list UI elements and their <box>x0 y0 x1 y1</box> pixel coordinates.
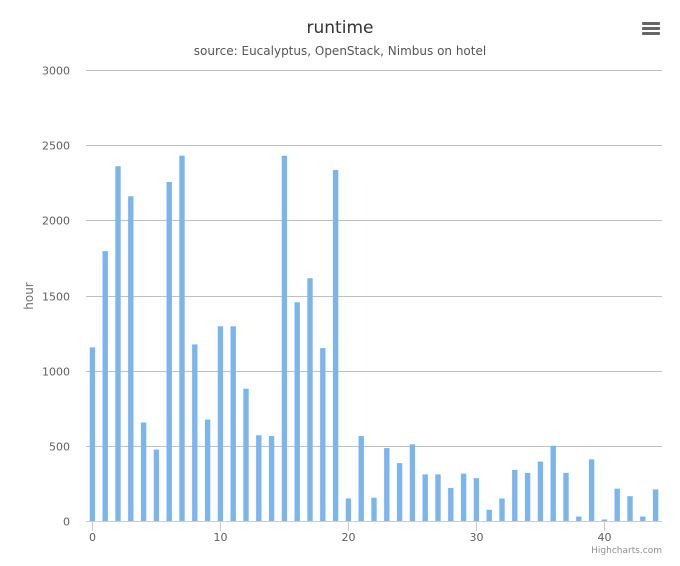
bar[interactable] <box>512 469 518 521</box>
x-tick-label: 0 <box>89 531 96 544</box>
bar[interactable] <box>204 419 211 521</box>
bar[interactable] <box>179 155 185 521</box>
bar[interactable] <box>243 388 249 521</box>
y-tick-label: 3000 <box>42 65 70 78</box>
bar[interactable] <box>409 444 416 521</box>
bar[interactable] <box>576 516 582 521</box>
x-tick-label: 10 <box>214 531 228 544</box>
bar[interactable] <box>537 461 544 521</box>
bar[interactable] <box>128 196 134 521</box>
bar[interactable] <box>89 347 96 521</box>
bar[interactable] <box>268 436 275 521</box>
bar[interactable] <box>345 498 352 521</box>
y-tick-label: 500 <box>49 441 70 454</box>
bar[interactable] <box>460 473 467 521</box>
y-tick-label: 0 <box>63 516 70 529</box>
bar[interactable] <box>486 509 492 521</box>
bar[interactable] <box>102 251 108 521</box>
menu-icon[interactable] <box>642 22 660 35</box>
y-axis-label: hour <box>22 282 36 310</box>
bar[interactable] <box>448 487 454 521</box>
y-tick-label: 2000 <box>42 215 70 228</box>
bar[interactable] <box>332 169 339 521</box>
bars <box>89 155 659 522</box>
bar[interactable] <box>230 326 236 521</box>
y-tick-label: 2500 <box>42 140 70 153</box>
bar[interactable] <box>281 155 288 521</box>
bar[interactable] <box>473 478 480 521</box>
x-tick-label: 20 <box>342 531 356 544</box>
y-tick-label: 1000 <box>42 366 70 379</box>
bar[interactable] <box>422 474 428 521</box>
bar[interactable] <box>153 449 160 521</box>
bar[interactable] <box>640 516 646 521</box>
bar[interactable] <box>256 435 262 521</box>
bar[interactable] <box>307 278 313 521</box>
bar[interactable] <box>435 474 441 521</box>
chart-title: runtime <box>307 18 374 38</box>
bar[interactable] <box>371 497 377 521</box>
bar[interactable] <box>588 459 595 521</box>
bar[interactable] <box>396 463 403 521</box>
grid-lines <box>86 70 662 447</box>
y-axis-ticks: 0 500 1000 1500 2000 2500 3000 <box>42 65 70 529</box>
bar[interactable] <box>358 436 364 521</box>
bar[interactable] <box>550 445 556 521</box>
bar[interactable] <box>652 489 659 521</box>
bar[interactable] <box>563 472 569 521</box>
bar[interactable] <box>627 496 633 521</box>
chart: runtime source: Eucalyptus, OpenStack, N… <box>22 18 662 556</box>
bar[interactable] <box>384 448 390 521</box>
x-axis-ticks: 0 10 20 30 40 <box>89 521 612 544</box>
bar[interactable] <box>524 472 531 521</box>
bar[interactable] <box>192 344 198 521</box>
y-tick-label: 1500 <box>42 291 70 304</box>
bar[interactable] <box>166 182 172 521</box>
bar[interactable] <box>499 498 505 521</box>
bar[interactable] <box>320 348 326 521</box>
x-tick-label: 40 <box>598 531 612 544</box>
bar[interactable] <box>294 302 300 521</box>
bar[interactable] <box>140 422 147 521</box>
credits-link[interactable]: Highcharts.com <box>591 546 662 556</box>
bar[interactable] <box>601 519 608 522</box>
bar[interactable] <box>217 326 224 521</box>
bar[interactable] <box>115 166 121 521</box>
x-tick-label: 30 <box>470 531 484 544</box>
bar[interactable] <box>614 488 620 521</box>
chart-subtitle: source: Eucalyptus, OpenStack, Nimbus on… <box>194 44 486 58</box>
